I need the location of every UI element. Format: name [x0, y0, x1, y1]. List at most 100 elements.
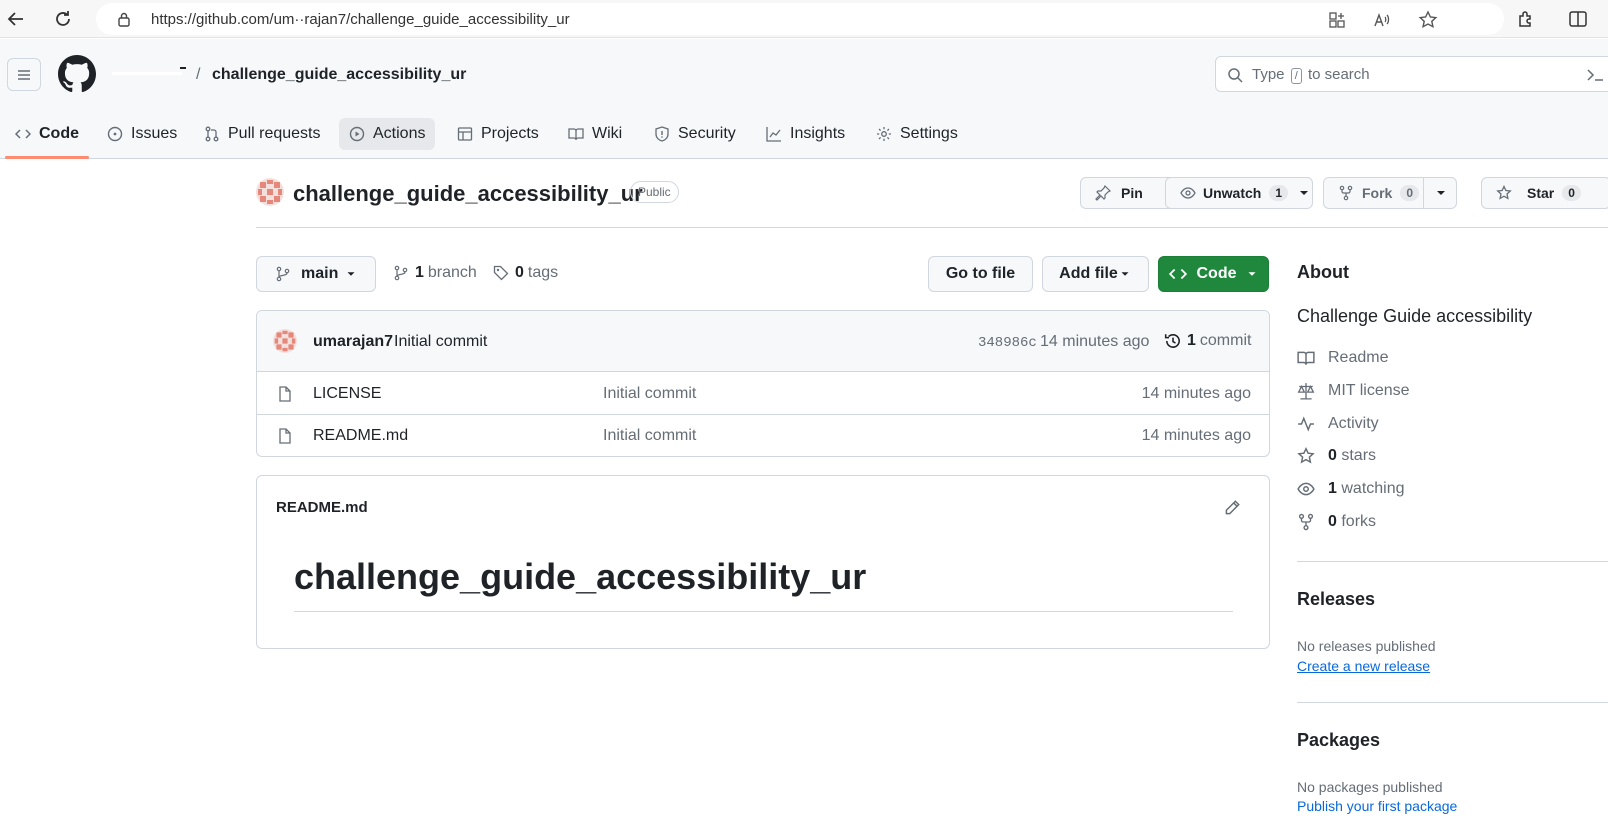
- reload-icon[interactable]: [53, 9, 73, 29]
- releases-title[interactable]: Releases: [1297, 589, 1375, 610]
- law-icon: [1297, 383, 1315, 400]
- fork-count: 0: [1400, 185, 1420, 201]
- tab-issues[interactable]: Issues: [107, 110, 177, 158]
- watching-link[interactable]: 1 watching: [1297, 480, 1405, 498]
- visibility-badge: Public: [630, 181, 679, 203]
- breadcrumb-repo-link[interactable]: challenge_guide_accessibility_ur: [212, 66, 466, 84]
- star-button[interactable]: Star 0: [1481, 177, 1608, 209]
- activity-link[interactable]: Activity: [1297, 415, 1379, 433]
- search-shortcut-key: /: [1290, 68, 1302, 84]
- pencil-icon[interactable]: [1223, 499, 1241, 517]
- license-link[interactable]: MIT license: [1297, 382, 1410, 400]
- repo-header: challenge_guide_accessibility_ur Public …: [0, 160, 1608, 230]
- tab-actions[interactable]: Actions: [339, 110, 436, 158]
- tab-label: Projects: [481, 125, 539, 142]
- file-row[interactable]: LICENSE Initial commit 14 minutes ago: [257, 373, 1269, 415]
- pull-request-icon: [205, 126, 219, 142]
- file-commit-message[interactable]: Initial commit: [603, 427, 696, 445]
- tab-pull-requests[interactable]: Pull requests: [204, 110, 321, 158]
- watching-label: watching: [1341, 480, 1405, 497]
- book-icon: [1297, 351, 1315, 365]
- unwatch-button[interactable]: Unwatch 1: [1165, 177, 1313, 209]
- favorite-star-icon[interactable]: [1418, 10, 1438, 30]
- fork-menu-caret-icon[interactable]: [1433, 185, 1449, 201]
- repo-owner-avatar[interactable]: [256, 178, 284, 206]
- search-icon: [1227, 67, 1243, 83]
- readme-link[interactable]: Readme: [1297, 349, 1388, 367]
- tab-wiki[interactable]: Wiki: [568, 110, 622, 158]
- book-icon: [568, 128, 584, 141]
- repo-title[interactable]: challenge_guide_accessibility_ur: [293, 181, 643, 207]
- tag-icon: [493, 265, 509, 281]
- fork-button[interactable]: Fork 0: [1323, 177, 1457, 209]
- caret-down-icon: [347, 272, 355, 276]
- create-release-link[interactable]: Create a new release: [1297, 658, 1430, 674]
- tab-label: Settings: [900, 125, 958, 142]
- header-divider: [256, 227, 1608, 228]
- packages-title[interactable]: Packages: [1297, 730, 1380, 751]
- file-browser: umarajan7 Initial commit 348986c 14 minu…: [256, 310, 1270, 457]
- code-icon: [15, 129, 31, 139]
- tab-settings[interactable]: Settings: [876, 110, 958, 158]
- commit-message[interactable]: Initial commit: [394, 333, 487, 351]
- code-label: Code: [1196, 265, 1237, 282]
- code-button[interactable]: Code: [1158, 256, 1269, 292]
- owner-name-redacted[interactable]: [112, 65, 190, 81]
- add-file-button[interactable]: Add file: [1042, 256, 1149, 292]
- command-palette-icon[interactable]: [1586, 67, 1604, 83]
- tab-insights[interactable]: Insights: [766, 110, 845, 158]
- stars-count: 0: [1328, 447, 1337, 464]
- publish-package-link[interactable]: Publish your first package: [1297, 798, 1457, 814]
- read-aloud-icon[interactable]: [1373, 11, 1391, 29]
- search-placeholder: Type / to search: [1252, 66, 1370, 84]
- branch-selector[interactable]: main: [256, 256, 376, 292]
- branches-link[interactable]: 1 branch: [393, 264, 477, 282]
- address-bar[interactable]: https://github.com/um··rajan7/challenge_…: [96, 3, 1504, 35]
- add-file-label: Add file: [1059, 265, 1118, 282]
- packages-empty-text: No packages published: [1297, 779, 1443, 795]
- author-avatar[interactable]: [273, 329, 297, 353]
- tag-label: tags: [527, 264, 559, 281]
- forks-link[interactable]: 0 forks: [1297, 513, 1376, 531]
- go-to-file-button[interactable]: Go to file: [928, 256, 1033, 292]
- tab-projects[interactable]: Projects: [457, 110, 539, 158]
- tab-security[interactable]: Security: [654, 110, 736, 158]
- branch-name: main: [301, 265, 339, 282]
- fork-label: Fork: [1362, 185, 1393, 201]
- split-screen-icon[interactable]: [1568, 9, 1588, 29]
- back-arrow-icon[interactable]: [6, 9, 26, 29]
- file-commit-message[interactable]: Initial commit: [603, 385, 696, 403]
- pin-label: Pin: [1121, 185, 1143, 201]
- github-header: / challenge_guide_accessibility_ur Type …: [0, 39, 1608, 159]
- caret-down-icon: [1300, 191, 1309, 195]
- star-icon: [1496, 185, 1512, 200]
- file-name[interactable]: README.md: [313, 427, 408, 445]
- commits-link[interactable]: 1 commit: [1164, 332, 1251, 350]
- stars-label: stars: [1341, 447, 1377, 464]
- repo-nav-tabs: Code Issues Pull requests Actions Projec…: [0, 110, 1608, 159]
- commit-hash[interactable]: 348986c: [978, 335, 1037, 351]
- github-logo-icon[interactable]: [58, 55, 96, 93]
- app-available-icon[interactable]: [1328, 11, 1346, 29]
- search-input[interactable]: Type / to search: [1215, 56, 1608, 92]
- stars-link[interactable]: 0 stars: [1297, 447, 1376, 465]
- extensions-icon[interactable]: [1516, 9, 1536, 29]
- tags-link[interactable]: 0 tags: [493, 264, 558, 282]
- caret-down-icon: [1248, 272, 1255, 276]
- file-row[interactable]: README.md Initial commit 14 minutes ago: [257, 415, 1269, 456]
- fork-icon: [1339, 185, 1353, 201]
- file-name[interactable]: LICENSE: [313, 385, 381, 403]
- lock-icon[interactable]: [116, 11, 132, 27]
- commit-author[interactable]: umarajan7: [313, 333, 393, 351]
- license-label: MIT license: [1328, 382, 1410, 399]
- hamburger-icon: [18, 70, 30, 80]
- url-text[interactable]: https://github.com/um··rajan7/challenge_…: [151, 11, 570, 28]
- commit-time: 14 minutes ago: [1040, 333, 1150, 350]
- readme-filename[interactable]: README.md: [276, 499, 368, 516]
- tab-code[interactable]: Code: [5, 110, 89, 159]
- sidebar-divider: [1297, 702, 1608, 703]
- menu-button[interactable]: [7, 58, 41, 91]
- tab-label: Pull requests: [228, 125, 321, 142]
- tab-label: Actions: [373, 125, 426, 142]
- browser-toolbar: https://github.com/um··rajan7/challenge_…: [0, 0, 1608, 38]
